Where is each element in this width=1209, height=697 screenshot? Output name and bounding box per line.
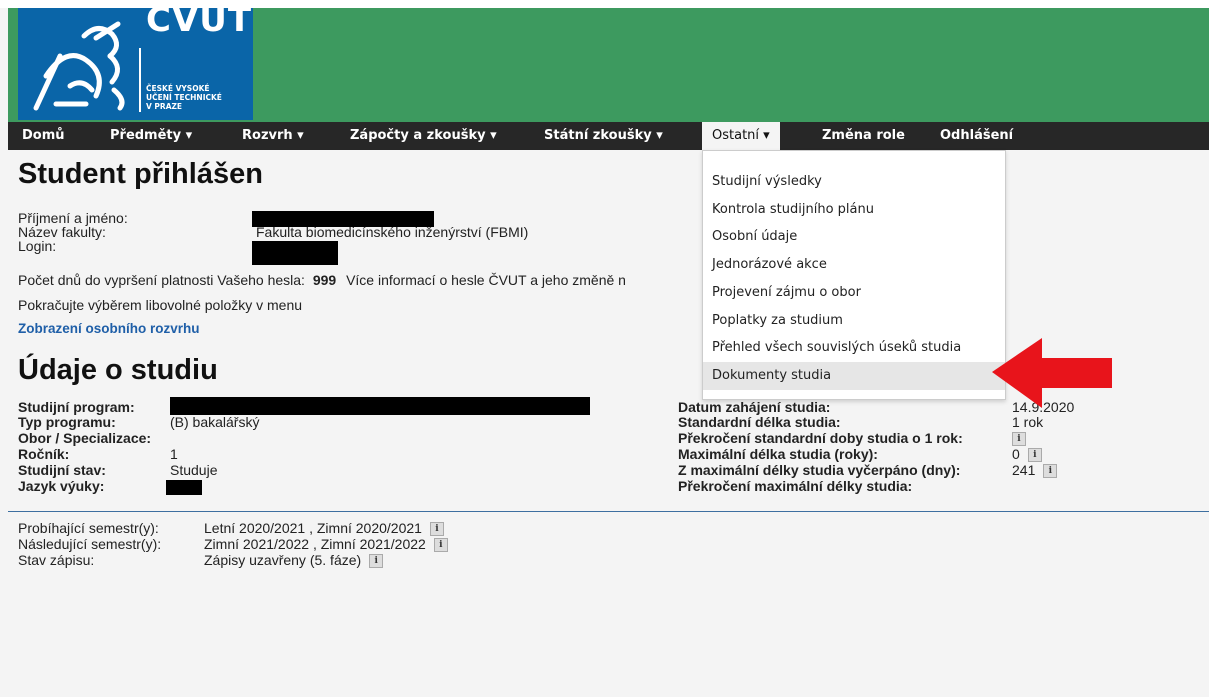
menu-study-periods[interactable]: Přehled všech souvislých úseků studia [703, 334, 1005, 362]
info-icon[interactable]: i [1027, 448, 1042, 463]
max-length-row: 0i [1012, 446, 1042, 463]
info-icon[interactable]: i [433, 538, 448, 553]
menu-study-documents[interactable]: Dokumenty studia [703, 362, 1005, 390]
next-semester-row: Zimní 2021/2022 , Zimní 2021/2022 i [204, 536, 448, 553]
cvut-logo[interactable]: ČVUT ČESKÉ VYSOKÉ UČENÍ TECHNICKÉ V PRAZ… [18, 0, 253, 120]
nav-change-role[interactable]: Změna role [822, 122, 905, 150]
exceed-std-label: Překročení standardní doby studia o 1 ro… [678, 430, 963, 446]
login-label: Login: [18, 238, 57, 254]
year-label: Ročník: [18, 446, 70, 462]
enrollment-row: Zápisy uzavřeny (5. fáze) i [204, 552, 384, 569]
main-nav: Domů Předměty ▾ Rozvrh ▾ Zápočty a zkouš… [8, 122, 1209, 150]
field-label: Obor / Specializace: [18, 430, 152, 446]
menu-study-fees[interactable]: Poplatky za studium [703, 307, 1005, 335]
max-length-value: 0 [1012, 446, 1020, 462]
max-length-label: Maximální délka studia (roky): [678, 446, 878, 462]
info-icon[interactable]: i [369, 554, 384, 569]
used-label: Z maximální délky studia vyčerpáno (dny)… [678, 462, 961, 478]
study-title: Údaje o studiu [18, 354, 218, 386]
info-icon[interactable]: i [429, 522, 444, 537]
type-label: Typ programu: [18, 414, 116, 430]
used-value: 241 [1012, 462, 1036, 478]
status-label: Studijní stav: [18, 462, 106, 478]
nav-logout[interactable]: Odhlášení [940, 122, 1013, 150]
nav-other[interactable]: Ostatní ▾ [702, 122, 780, 150]
current-semester-label: Probíhající semestr(y): [18, 520, 159, 536]
nav-exams[interactable]: Zápočty a zkoušky ▾ [350, 122, 497, 150]
menu-field-interest[interactable]: Projevení zájmu o obor [703, 279, 1005, 307]
used-row: 241 i [1012, 462, 1058, 479]
menu-study-results[interactable]: Studijní výsledky [703, 168, 1005, 196]
nav-schedule[interactable]: Rozvrh ▾ [242, 122, 304, 150]
menu-one-time-events[interactable]: Jednorázové akce [703, 251, 1005, 279]
current-semester-value: Letní 2020/2021 , Zimní 2020/2021 [204, 520, 422, 536]
redacted-language [166, 480, 202, 495]
info-icon[interactable]: i [1012, 432, 1026, 447]
password-days-value: 999 [312, 272, 337, 288]
language-label: Jazyk výuky: [18, 478, 105, 494]
current-semester-row: Letní 2020/2021 , Zimní 2020/2021 i [204, 520, 444, 537]
section-divider [8, 511, 1209, 512]
info-icon[interactable]: i [1043, 464, 1058, 479]
red-arrow-icon [992, 338, 1112, 408]
exceed-std-info[interactable]: i [1004, 430, 1026, 447]
continue-text: Pokračujte výběrem libovolné položky v m… [18, 297, 303, 313]
personal-schedule-link[interactable]: Zobrazení osobního rozvrhu [18, 321, 200, 336]
faculty-value: Fakulta biomedicínského inženýrství (FBM… [256, 224, 529, 240]
other-dropdown-menu: Studijní výsledky Kontrola studijního pl… [702, 150, 1006, 400]
redacted-program [170, 397, 590, 415]
logo-line-3: V PRAZE [146, 102, 183, 111]
menu-study-plan-check[interactable]: Kontrola studijního plánu [703, 196, 1005, 224]
enrollment-value: Zápisy uzavřeny (5. fáze) [204, 552, 362, 568]
password-days-label: Počet dnů do vypršení platnosti Vašeho h… [18, 272, 305, 288]
logo-brand: ČVUT [146, 0, 253, 40]
nav-home[interactable]: Domů [22, 122, 65, 150]
status-value: Studuje [170, 462, 218, 478]
password-info-link[interactable]: Více informací o hesle ČVUT a jeho změně… [346, 272, 626, 288]
exceed-max-label: Překročení maximální délky studia: [678, 478, 913, 494]
std-length-value: 1 rok [1012, 414, 1044, 430]
enrollment-label: Stav zápisu: [18, 552, 95, 568]
logo-divider [139, 48, 141, 112]
menu-personal-data[interactable]: Osobní údaje [703, 223, 1005, 251]
program-label: Studijní program: [18, 399, 135, 415]
logo-line-1: ČESKÉ VYSOKÉ [146, 84, 210, 93]
type-value: (B) bakalářský [170, 414, 260, 430]
page-title: Student přihlášen [18, 158, 263, 190]
site-header: ČVUT ČESKÉ VYSOKÉ UČENÍ TECHNICKÉ V PRAZ… [8, 0, 1209, 122]
start-date-label: Datum zahájení studia: [678, 399, 831, 415]
password-days-row: Počet dnů do vypršení platnosti Vašeho h… [18, 272, 626, 288]
redacted-login [252, 241, 338, 265]
logo-line-2: UČENÍ TECHNICKÉ [146, 93, 222, 102]
nav-subjects[interactable]: Předměty ▾ [110, 122, 192, 150]
lion-emblem-icon [33, 21, 125, 111]
nav-state-exams[interactable]: Státní zkoušky ▾ [544, 122, 663, 150]
next-semester-value: Zimní 2021/2022 , Zimní 2021/2022 [204, 536, 426, 552]
year-value: 1 [170, 446, 178, 462]
std-length-label: Standardní délka studia: [678, 414, 841, 430]
next-semester-label: Následující semestr(y): [18, 536, 162, 552]
